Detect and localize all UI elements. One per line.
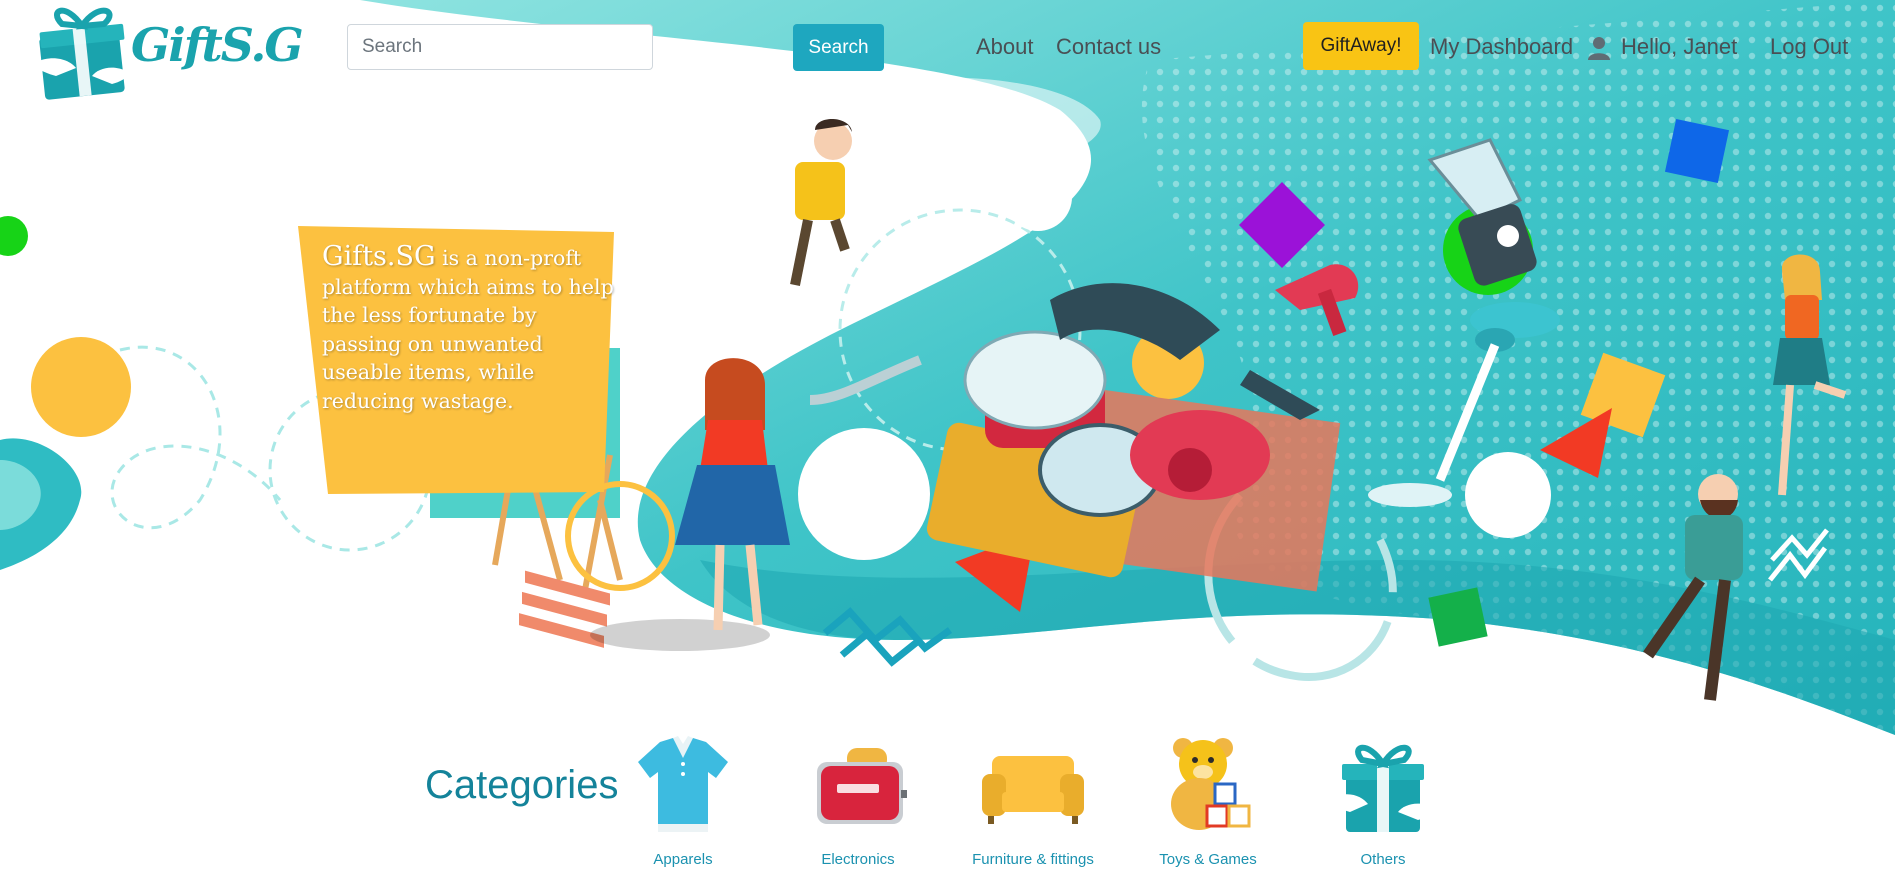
logo-text: GiftS.G (131, 18, 304, 72)
about-brand: Gifts.SG (322, 241, 436, 272)
toaster-icon (817, 748, 907, 824)
category-furniture[interactable]: Furniture & fittings (945, 734, 1121, 868)
my-dashboard-link[interactable]: My Dashboard (1430, 34, 1573, 60)
category-label: Others (1360, 851, 1406, 868)
user-icon (1588, 37, 1610, 60)
user-greeting-link[interactable]: Hello, Janet (1621, 34, 1737, 60)
gift-box-icon (1332, 744, 1434, 832)
category-apparels[interactable]: Apparels (595, 734, 771, 868)
search-input[interactable] (347, 24, 653, 70)
category-label: Apparels (653, 851, 713, 868)
search-button[interactable]: Search (793, 24, 884, 71)
category-toys-games[interactable]: Toys & Games (1120, 734, 1296, 868)
green-circle (0, 216, 28, 256)
category-label: Furniture & fittings (972, 851, 1094, 868)
category-label: Toys & Games (1159, 851, 1257, 868)
shirt-icon (638, 736, 728, 832)
giftaway-button[interactable]: GiftAway! (1303, 22, 1419, 70)
about-text: Gifts.SG is a non-proft platform which a… (322, 241, 622, 415)
logout-link[interactable]: Log Out (1770, 34, 1848, 60)
nav-about-link[interactable]: About (976, 34, 1034, 60)
categories-title: Categories (425, 763, 619, 807)
blue-square (1664, 118, 1730, 184)
yellow-circle (31, 337, 131, 437)
gifts-sg-logo[interactable]: GiftS.G (36, 2, 304, 102)
category-others[interactable]: Others (1295, 734, 1471, 868)
category-electronics[interactable]: Electronics (770, 734, 946, 868)
sofa-icon (982, 756, 1084, 824)
gift-box-icon (36, 7, 128, 100)
teddy-bear-icon (1171, 738, 1251, 830)
nav-contact-link[interactable]: Contact us (1056, 34, 1161, 60)
category-label: Electronics (821, 851, 895, 868)
top-navbar: GiftS.G Search About Contact us GiftAway… (0, 0, 1895, 100)
